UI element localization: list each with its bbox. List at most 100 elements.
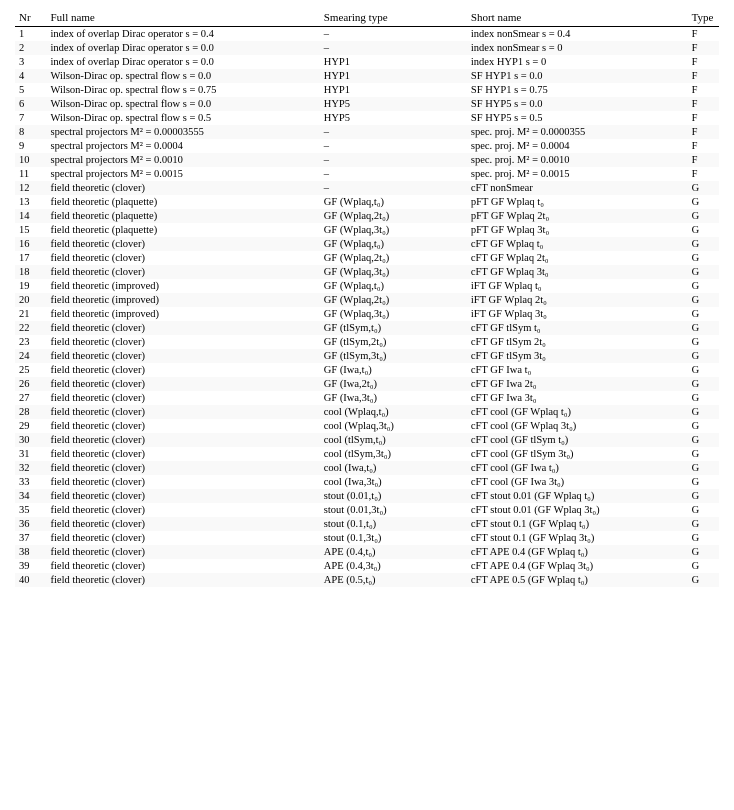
cell-nr: 30: [15, 433, 47, 447]
cell-smearing: cool (Wplaq,t₀): [320, 405, 467, 419]
cell-type: G: [688, 363, 719, 377]
header-smearing: Smearing type: [320, 10, 467, 27]
cell-fullname: field theoretic (improved): [47, 307, 320, 321]
cell-smearing: APE (0.4,3t₀): [320, 559, 467, 573]
cell-type: G: [688, 433, 719, 447]
cell-shortname: cFT GF Wplaq 3t₀: [467, 265, 688, 279]
cell-fullname: Wilson-Dirac op. spectral flow s = 0.75: [47, 83, 320, 97]
cell-type: F: [688, 111, 719, 125]
cell-shortname: cFT GF tlSym 2t₀: [467, 335, 688, 349]
table-row: 34field theoretic (clover)stout (0.01,t₀…: [15, 489, 719, 503]
cell-smearing: GF (Wplaq,3t₀): [320, 265, 467, 279]
cell-shortname: cFT stout 0.1 (GF Wplaq 3t₀): [467, 531, 688, 545]
cell-type: F: [688, 27, 719, 42]
cell-fullname: index of overlap Dirac operator s = 0.4: [47, 27, 320, 42]
cell-fullname: field theoretic (clover): [47, 181, 320, 195]
table-row: 40field theoretic (clover)APE (0.5,t₀)cF…: [15, 573, 719, 587]
cell-type: G: [688, 489, 719, 503]
cell-smearing: cool (Wplaq,3t₀): [320, 419, 467, 433]
cell-fullname: field theoretic (clover): [47, 503, 320, 517]
cell-type: G: [688, 195, 719, 209]
cell-shortname: iFT GF Wplaq 2t₀: [467, 293, 688, 307]
cell-smearing: –: [320, 139, 467, 153]
cell-nr: 25: [15, 363, 47, 377]
cell-type: G: [688, 475, 719, 489]
cell-smearing: –: [320, 27, 467, 42]
cell-smearing: HYP1: [320, 83, 467, 97]
cell-fullname: field theoretic (clover): [47, 573, 320, 587]
table-row: 35field theoretic (clover)stout (0.01,3t…: [15, 503, 719, 517]
cell-smearing: cool (Iwa,t₀): [320, 461, 467, 475]
cell-type: G: [688, 279, 719, 293]
table-row: 21field theoretic (improved)GF (Wplaq,3t…: [15, 307, 719, 321]
cell-shortname: index nonSmear s = 0.4: [467, 27, 688, 42]
cell-smearing: –: [320, 125, 467, 139]
table-row: 16field theoretic (clover)GF (Wplaq,t₀)c…: [15, 237, 719, 251]
table-row: 27field theoretic (clover)GF (Iwa,3t₀)cF…: [15, 391, 719, 405]
cell-fullname: field theoretic (clover): [47, 489, 320, 503]
cell-type: G: [688, 531, 719, 545]
cell-fullname: field theoretic (plaquette): [47, 195, 320, 209]
cell-smearing: GF (tlSym,2t₀): [320, 335, 467, 349]
cell-nr: 2: [15, 41, 47, 55]
cell-shortname: pFT GF Wplaq 2t₀: [467, 209, 688, 223]
cell-type: F: [688, 41, 719, 55]
cell-type: G: [688, 293, 719, 307]
cell-shortname: cFT GF Iwa 2t₀: [467, 377, 688, 391]
cell-type: G: [688, 391, 719, 405]
cell-fullname: field theoretic (clover): [47, 335, 320, 349]
cell-type: F: [688, 139, 719, 153]
table-row: 15field theoretic (plaquette)GF (Wplaq,3…: [15, 223, 719, 237]
cell-nr: 24: [15, 349, 47, 363]
cell-nr: 23: [15, 335, 47, 349]
cell-shortname: cFT cool (GF Wplaq t₀): [467, 405, 688, 419]
cell-shortname: pFT GF Wplaq 3t₀: [467, 223, 688, 237]
cell-shortname: cFT GF tlSym 3t₀: [467, 349, 688, 363]
cell-type: G: [688, 405, 719, 419]
cell-nr: 18: [15, 265, 47, 279]
cell-type: G: [688, 265, 719, 279]
cell-fullname: field theoretic (clover): [47, 447, 320, 461]
cell-type: G: [688, 321, 719, 335]
cell-shortname: spec. proj. M² = 0.0015: [467, 167, 688, 181]
cell-shortname: cFT APE 0.5 (GF Wplaq t₀): [467, 573, 688, 587]
cell-fullname: field theoretic (clover): [47, 545, 320, 559]
cell-fullname: spectral projectors M² = 0.0004: [47, 139, 320, 153]
cell-smearing: –: [320, 153, 467, 167]
cell-nr: 29: [15, 419, 47, 433]
cell-smearing: HYP5: [320, 97, 467, 111]
cell-smearing: GF (Wplaq,t₀): [320, 279, 467, 293]
cell-nr: 11: [15, 167, 47, 181]
table-row: 32field theoretic (clover)cool (Iwa,t₀)c…: [15, 461, 719, 475]
cell-shortname: index HYP1 s = 0: [467, 55, 688, 69]
table-row: 38field theoretic (clover)APE (0.4,t₀)cF…: [15, 545, 719, 559]
cell-shortname: spec. proj. M² = 0.0000355: [467, 125, 688, 139]
cell-fullname: index of overlap Dirac operator s = 0.0: [47, 55, 320, 69]
cell-type: G: [688, 237, 719, 251]
cell-nr: 14: [15, 209, 47, 223]
cell-fullname: field theoretic (clover): [47, 391, 320, 405]
cell-nr: 22: [15, 321, 47, 335]
cell-nr: 19: [15, 279, 47, 293]
cell-type: G: [688, 335, 719, 349]
table-row: 31field theoretic (clover)cool (tlSym,3t…: [15, 447, 719, 461]
table-row: 13field theoretic (plaquette)GF (Wplaq,t…: [15, 195, 719, 209]
cell-nr: 1: [15, 27, 47, 42]
header-shortname: Short name: [467, 10, 688, 27]
cell-type: G: [688, 181, 719, 195]
table-row: 18field theoretic (clover)GF (Wplaq,3t₀)…: [15, 265, 719, 279]
cell-smearing: stout (0.01,3t₀): [320, 503, 467, 517]
cell-smearing: GF (Iwa,3t₀): [320, 391, 467, 405]
cell-type: G: [688, 559, 719, 573]
table-row: 17field theoretic (clover)GF (Wplaq,2t₀)…: [15, 251, 719, 265]
cell-smearing: GF (Wplaq,2t₀): [320, 293, 467, 307]
cell-nr: 36: [15, 517, 47, 531]
cell-nr: 33: [15, 475, 47, 489]
cell-fullname: field theoretic (clover): [47, 237, 320, 251]
cell-smearing: –: [320, 181, 467, 195]
table-row: 7Wilson-Dirac op. spectral flow s = 0.5H…: [15, 111, 719, 125]
cell-nr: 4: [15, 69, 47, 83]
cell-fullname: field theoretic (clover): [47, 531, 320, 545]
cell-smearing: GF (Wplaq,2t₀): [320, 209, 467, 223]
cell-smearing: GF (Iwa,t₀): [320, 363, 467, 377]
